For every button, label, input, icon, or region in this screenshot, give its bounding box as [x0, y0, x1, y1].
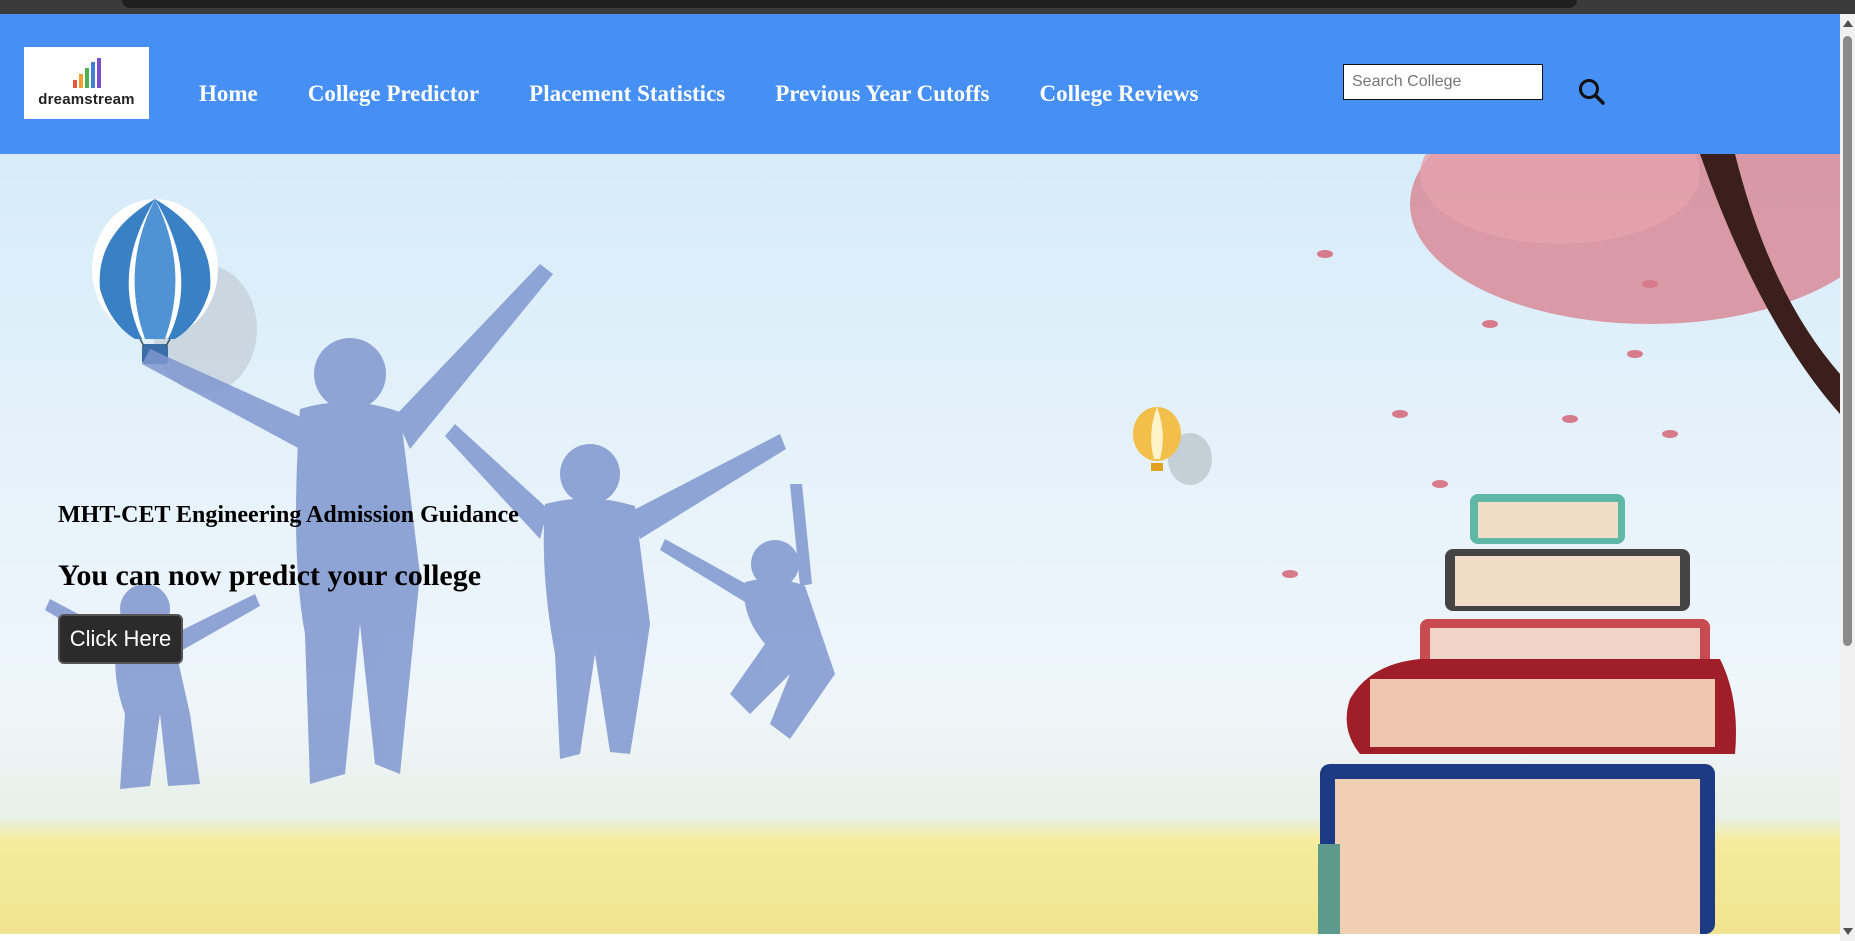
scroll-up-arrow-icon[interactable] [1843, 20, 1853, 27]
cherry-tree [1410, 154, 1840, 414]
browser-tab-strip [122, 0, 1577, 8]
logo-bars-icon [72, 58, 101, 88]
logo-text: dreamstream [38, 91, 135, 108]
scroll-thumb[interactable] [1843, 36, 1852, 646]
hero-headline: You can now predict your college [58, 559, 482, 592]
nav-link-college-predictor[interactable]: College Predictor [308, 82, 479, 105]
nav-link-college-reviews[interactable]: College Reviews [1039, 82, 1198, 105]
search-icon [1579, 79, 1605, 105]
nav-menu: Home College Predictor Placement Statist… [199, 82, 1199, 105]
hero-eyebrow: MHT-CET Engineering Admission Guidance [58, 502, 519, 528]
logo[interactable]: dreamstream [24, 47, 149, 119]
scroll-down-arrow-icon[interactable] [1843, 928, 1853, 935]
hero-illustration [45, 154, 1840, 934]
search-button[interactable] [1577, 77, 1607, 107]
nav-link-home[interactable]: Home [199, 82, 258, 105]
search-input[interactable] [1343, 64, 1543, 100]
vertical-scrollbar[interactable] [1840, 14, 1855, 941]
navbar: dreamstream Home College Predictor Place… [0, 14, 1840, 154]
hero-banner: MHT-CET Engineering Admission Guidance Y… [0, 154, 1840, 934]
page-viewport: dreamstream Home College Predictor Place… [0, 14, 1840, 941]
click-here-button[interactable]: Click Here [58, 614, 183, 664]
book-stack [1318, 494, 1736, 934]
nav-link-previous-year-cutoffs[interactable]: Previous Year Cutoffs [775, 82, 989, 105]
browser-top-bar [0, 0, 1855, 14]
nav-link-placement-statistics[interactable]: Placement Statistics [529, 82, 725, 105]
